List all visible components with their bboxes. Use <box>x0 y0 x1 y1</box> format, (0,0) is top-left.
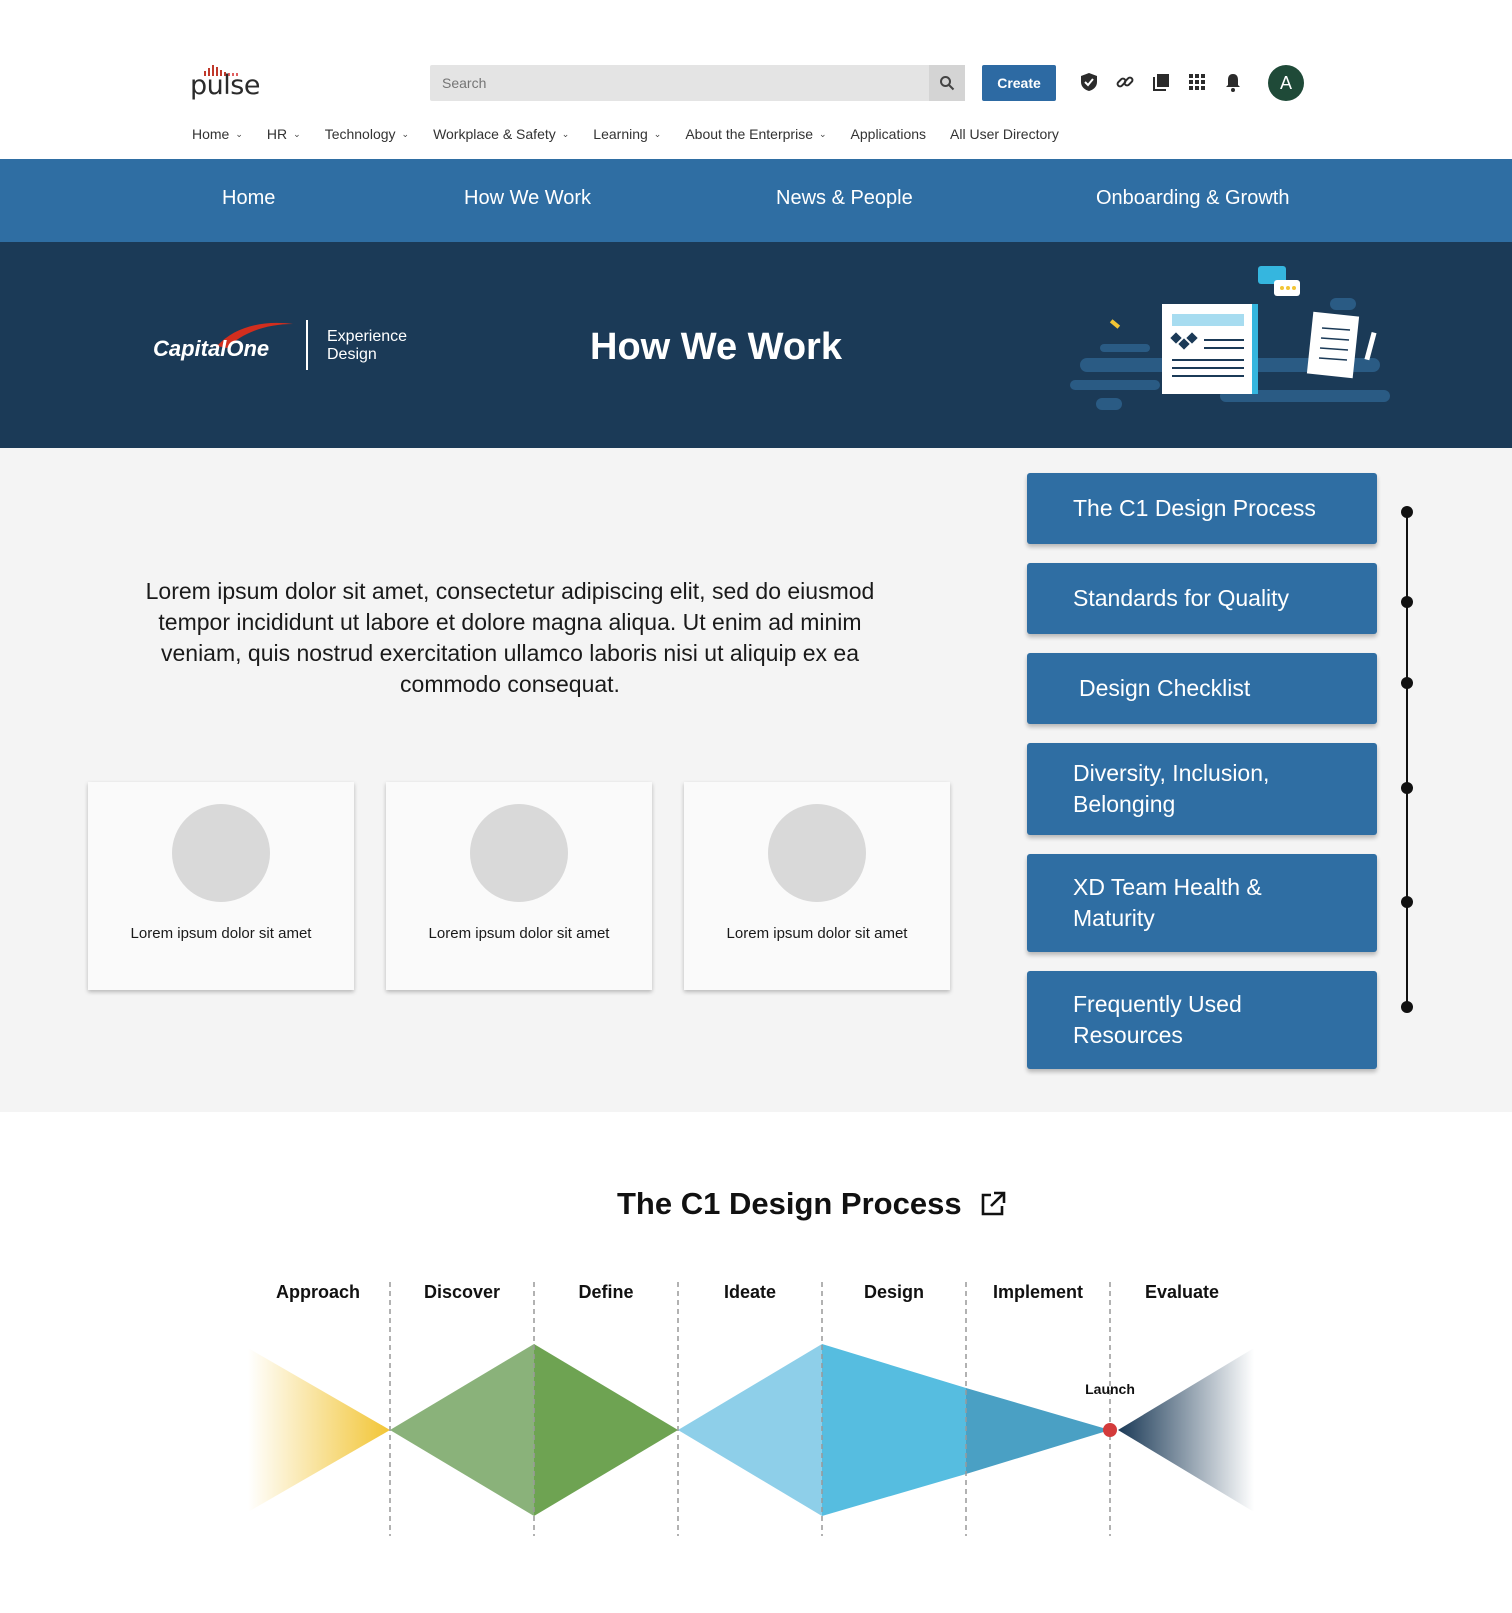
documents-illustration <box>1070 266 1390 410</box>
phase-shape-ideate <box>678 1344 822 1516</box>
subnav-label: Home <box>192 126 230 142</box>
bell-icon[interactable] <box>1222 70 1244 94</box>
header-toolbar <box>1078 70 1244 94</box>
chevron-down-icon: ⌄ <box>818 128 827 139</box>
phase-shape-discover <box>390 1344 534 1516</box>
phase-label-evaluate: Evaluate <box>1145 1282 1219 1302</box>
card-image-placeholder <box>768 804 866 902</box>
subnav-item-learning[interactable]: Learning ⌄ <box>593 126 661 142</box>
phase-shape-define <box>534 1344 678 1516</box>
chevron-down-icon: ⌄ <box>653 128 662 139</box>
external-link-icon[interactable] <box>980 1191 1006 1217</box>
create-button[interactable]: Create <box>982 65 1056 101</box>
phase-label-approach: Approach <box>276 1282 360 1302</box>
subnav-item-hr[interactable]: HR ⌄ <box>267 126 301 142</box>
progress-dot[interactable] <box>1401 1001 1413 1013</box>
site-nav-how-we-work[interactable]: How We Work <box>464 187 591 210</box>
chevron-down-icon: ⌄ <box>235 128 243 139</box>
subnav-label: HR <box>266 126 288 142</box>
side-link-label: Diversity, Inclusion, Belonging <box>1073 760 1270 817</box>
site-nav-news-people[interactable]: News & People <box>776 187 913 210</box>
search-input[interactable] <box>430 65 930 101</box>
card-caption: Lorem ipsum dolor sit amet <box>130 925 312 942</box>
card-caption: Lorem ipsum dolor sit amet <box>726 925 908 942</box>
subnav-item-applications[interactable]: Applications <box>851 126 927 142</box>
chevron-down-icon: ⌄ <box>561 128 570 139</box>
phase-shape-evaluate <box>1118 1348 1254 1512</box>
phase-label-design: Design <box>864 1282 924 1302</box>
phase-label-discover: Discover <box>424 1282 500 1302</box>
side-link-resources[interactable]: Frequently Used Resources <box>1027 971 1377 1069</box>
intro-paragraph: Lorem ipsum dolor sit amet, consectetur … <box>145 578 875 697</box>
subnav-item-user-directory[interactable]: All User Directory <box>950 126 1059 142</box>
progress-dot[interactable] <box>1401 506 1413 518</box>
card-image-placeholder <box>172 804 270 902</box>
card-image-placeholder <box>470 804 568 902</box>
phase-labels: Approach Discover Define Ideate Design I… <box>276 1282 1219 1302</box>
phase-label-implement: Implement <box>993 1282 1083 1302</box>
phase-label-define: Define <box>578 1282 633 1302</box>
side-link-design-process[interactable]: The C1 Design Process <box>1027 473 1377 544</box>
phase-shape-design <box>822 1344 966 1516</box>
subnav-label: Workplace & Safety <box>433 126 556 142</box>
hero-banner: CapitalOne Experience Design How We Work <box>0 242 1512 448</box>
section-title[interactable]: The C1 Design Process <box>617 1186 1006 1222</box>
card-caption: Lorem ipsum dolor sit amet <box>428 925 610 942</box>
team-name-line1: Experience <box>327 328 408 345</box>
chevron-down-icon: ⌄ <box>293 128 301 139</box>
subnav-item-home[interactable]: Home ⌄ <box>192 126 243 142</box>
launch-marker <box>1103 1423 1117 1437</box>
logo-text: pulse <box>190 70 260 101</box>
page-title: How We Work <box>590 326 842 368</box>
subnav-label: Learning <box>593 126 648 142</box>
phase-shape-approach <box>248 1348 390 1512</box>
side-link-design-checklist[interactable]: Design Checklist <box>1027 653 1377 724</box>
progress-dot[interactable] <box>1401 896 1413 908</box>
phase-label-ideate: Ideate <box>724 1282 776 1302</box>
search-button[interactable] <box>929 65 965 101</box>
apps-grid-icon[interactable] <box>1186 70 1208 94</box>
launch-label: Launch <box>1085 1381 1135 1397</box>
subnav-label: Applications <box>850 126 927 142</box>
logo-divider <box>306 320 308 370</box>
site-nav-home[interactable]: Home <box>222 187 275 210</box>
team-name-line2: Design <box>327 346 377 363</box>
link-icon[interactable] <box>1114 70 1136 94</box>
subnav-item-workplace-safety[interactable]: Workplace & Safety ⌄ <box>433 126 569 142</box>
section-title-text: The C1 Design Process <box>617 1186 962 1221</box>
global-subnav: Home ⌄ HR ⌄ Technology ⌄ Workplace & Safety… <box>192 126 1083 142</box>
side-link-standards-quality[interactable]: Standards for Quality <box>1027 563 1377 634</box>
side-link-label: Frequently Used Resources <box>1073 991 1242 1048</box>
progress-dot[interactable] <box>1401 782 1413 794</box>
side-link-label: XD Team Health & Maturity <box>1073 874 1262 931</box>
progress-dot[interactable] <box>1401 596 1413 608</box>
site-nav: Home How We Work News & People Onboardin… <box>0 159 1512 242</box>
search-icon <box>940 76 955 91</box>
side-link-team-health[interactable]: XD Team Health & Maturity <box>1027 854 1377 952</box>
chevron-down-icon: ⌄ <box>401 128 410 139</box>
side-link-diversity[interactable]: Diversity, Inclusion, Belonging <box>1027 743 1377 835</box>
progress-dot[interactable] <box>1401 677 1413 689</box>
feature-card[interactable]: Lorem ipsum dolor sit amet <box>684 782 950 990</box>
team-name: Experience Design <box>327 328 407 364</box>
shield-check-icon[interactable] <box>1078 70 1100 94</box>
library-icon[interactable] <box>1150 70 1172 94</box>
design-process-diagram: Approach Discover Define Ideate Design I… <box>248 1282 1254 1536</box>
subnav-item-technology[interactable]: Technology ⌄ <box>325 126 409 142</box>
subnav-label: About the Enterprise <box>685 126 813 142</box>
pulse-logo[interactable]: pulse <box>190 65 260 101</box>
org-name: CapitalOne <box>153 336 270 361</box>
global-header: pulse Create A Home⌄ HR⌄ Tech <box>0 0 1512 159</box>
site-nav-onboarding-growth[interactable]: Onboarding & Growth <box>1096 187 1289 210</box>
subnav-item-about-enterprise[interactable]: About the Enterprise ⌄ <box>685 126 826 142</box>
search-bar <box>430 65 965 101</box>
subnav-label: Technology <box>324 126 396 142</box>
phase-shape-implement <box>966 1388 1110 1474</box>
user-avatar[interactable]: A <box>1268 65 1304 101</box>
progress-track <box>1406 510 1408 1008</box>
feature-card[interactable]: Lorem ipsum dolor sit amet <box>386 782 652 990</box>
feature-card[interactable]: Lorem ipsum dolor sit amet <box>88 782 354 990</box>
subnav-label: All User Directory <box>950 126 1059 142</box>
